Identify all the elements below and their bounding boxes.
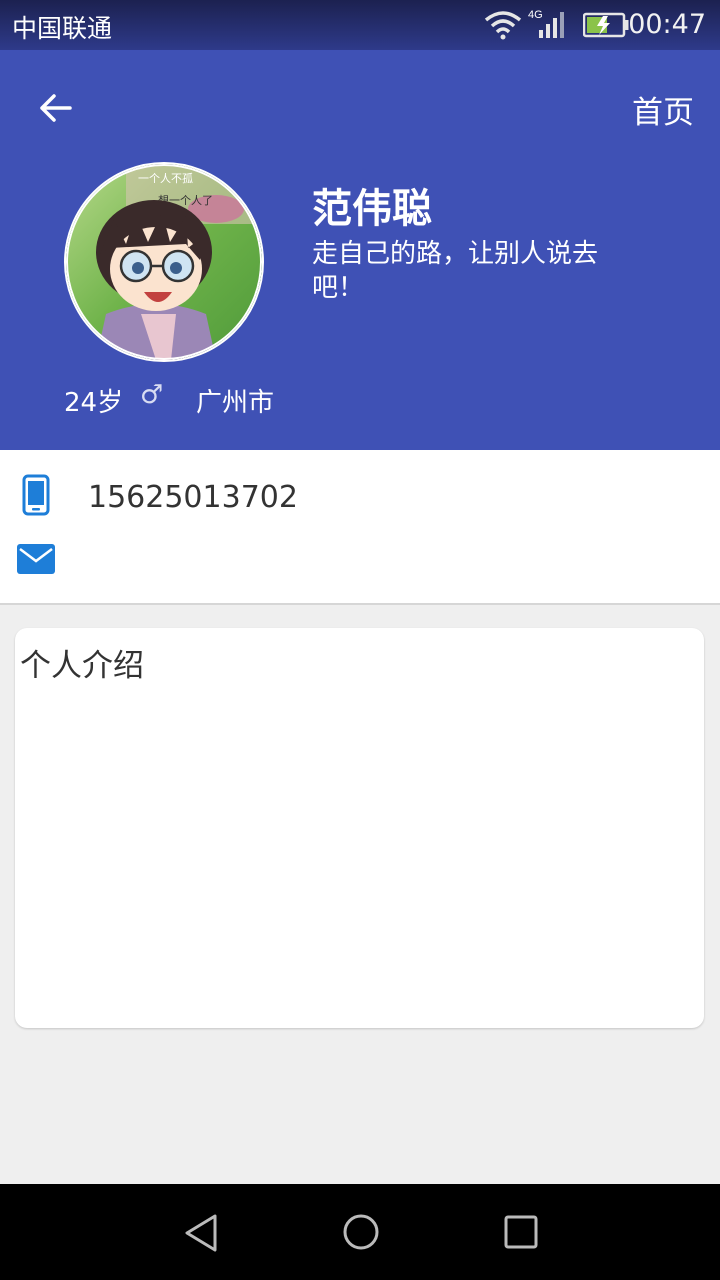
avatar-text-1: 一个人不孤 (138, 172, 193, 185)
nav-home-icon[interactable] (341, 1212, 381, 1252)
wifi-icon (484, 11, 522, 40)
phone-icon (22, 474, 50, 516)
phone-number[interactable]: 15625013702 (88, 480, 298, 515)
profile-header: 首页 一个人不孤 想一个人了 范伟聪 走自己的路，让别人说去吧！ 24岁 ♂ 广… (0, 50, 720, 450)
nav-recent-icon[interactable] (503, 1214, 539, 1250)
city-label: 广州市 (196, 388, 275, 418)
home-link[interactable]: 首页 (632, 87, 694, 132)
profile-motto: 走自己的路，让别人说去吧！ (312, 239, 599, 303)
age-label: 24岁 (64, 388, 124, 418)
intro-title: 个人介绍 (20, 648, 144, 684)
clock: 00:47 (628, 9, 706, 40)
back-arrow-icon[interactable] (34, 86, 78, 130)
mail-icon (17, 544, 55, 574)
signal-icon: 4G (528, 9, 564, 38)
status-bar: 中国联通 4G 00:47 (0, 0, 720, 50)
battery-icon (583, 12, 629, 38)
avatar[interactable]: 一个人不孤 想一个人了 (64, 162, 264, 362)
gender-icon: ♂ (140, 380, 164, 410)
carrier-label: 中国联通 (12, 14, 113, 43)
profile-name: 范伟聪 (312, 186, 432, 232)
network-type: 4G (528, 9, 543, 21)
nav-back-icon[interactable] (181, 1212, 221, 1254)
nav-bar (0, 1184, 720, 1280)
avatar-illustration: 一个人不孤 想一个人了 (66, 164, 262, 360)
intro-card: 个人介绍 (15, 628, 704, 1028)
contact-section: 15625013702 (0, 450, 720, 605)
